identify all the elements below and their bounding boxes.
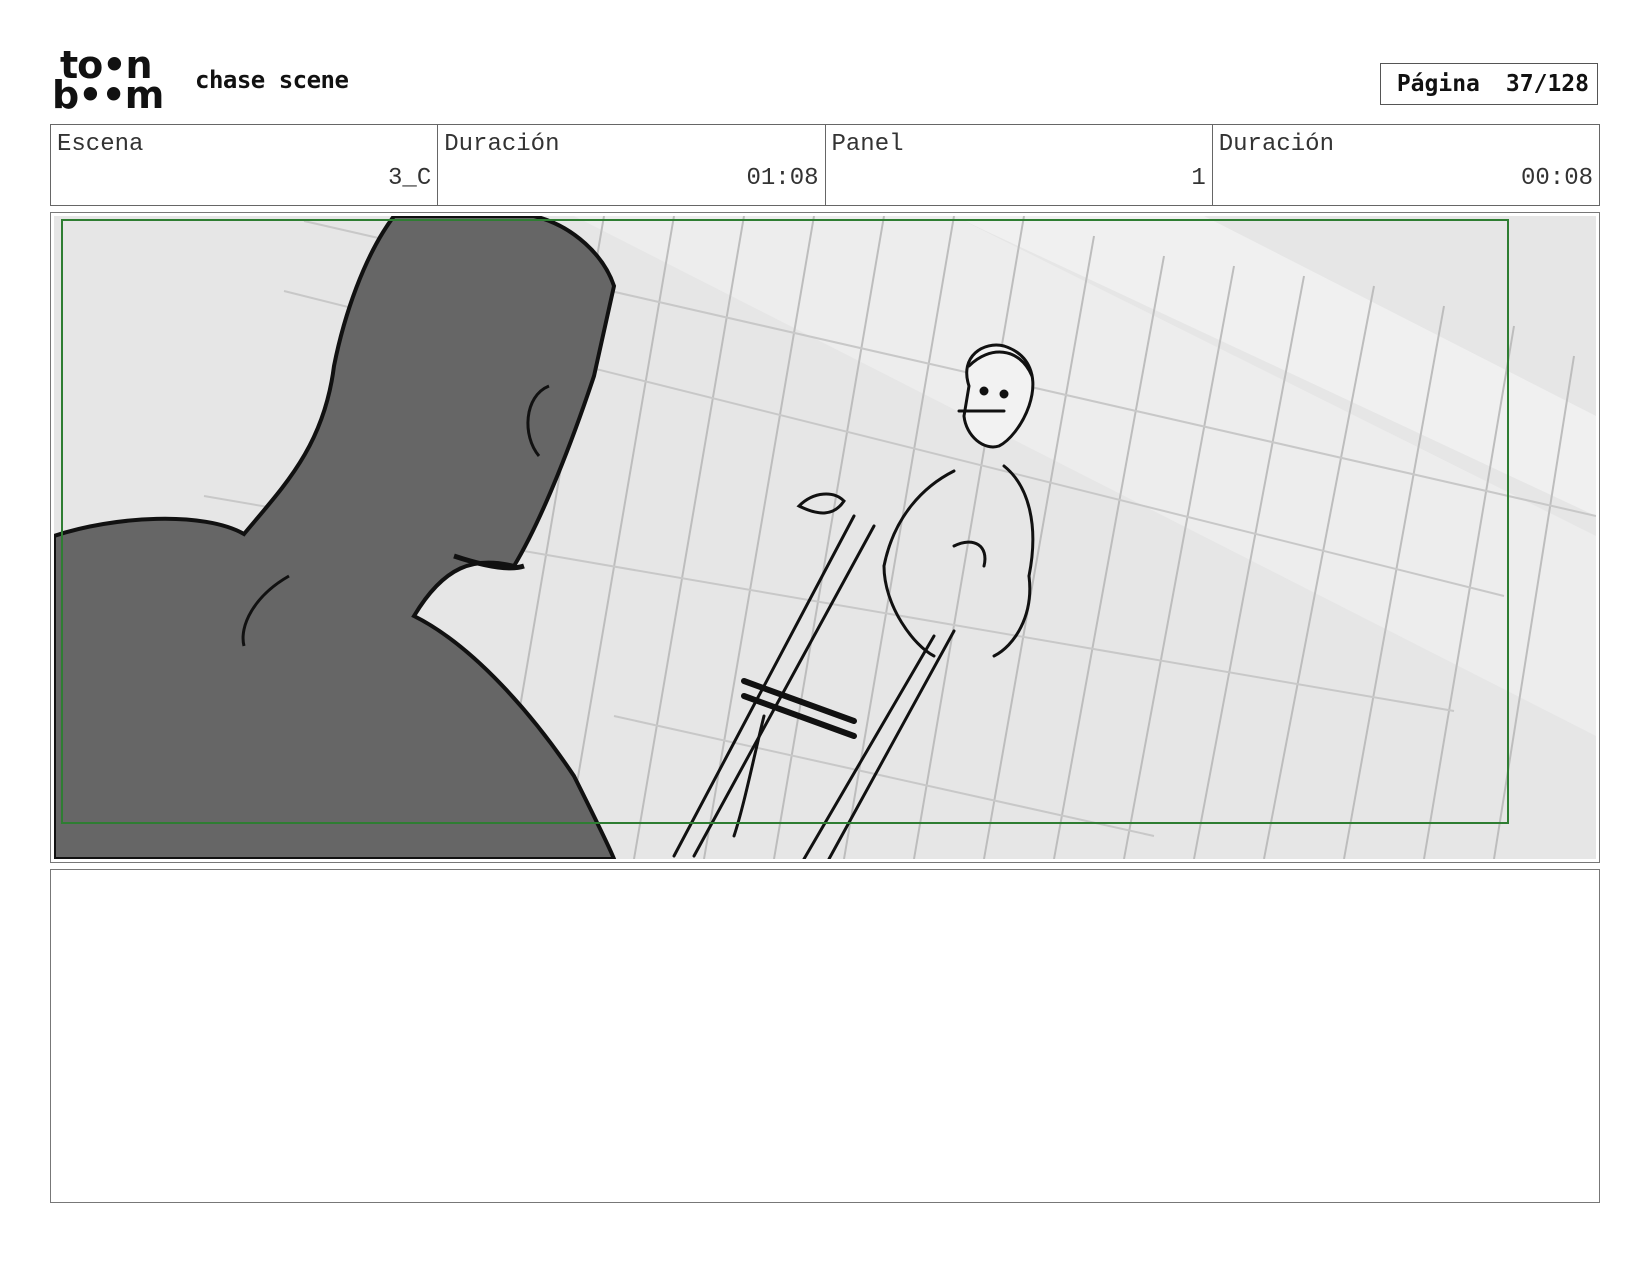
panel-duration-label: Duración [1218,131,1334,158]
panel-duration-cell: Duración 00:08 [1213,125,1599,205]
panel-label: Panel [831,131,904,158]
logo-text-bottom: b••m [52,73,164,117]
scene-info-table: Escena 3_C Duración 01:08 Panel 1 Duraci… [50,124,1600,206]
page-label: Página [1396,71,1480,97]
scene-duration-label: Duración [444,131,560,158]
toon-boom-logo: to•n b••m [52,46,172,118]
page-indicator: Página 37/128 [1380,63,1598,105]
panel-cell: Panel 1 [826,125,1213,205]
scene-label: Escena [57,131,144,158]
scene-duration-cell: Duración 01:08 [438,125,826,205]
scene-value: 3_C [388,165,432,192]
project-title: chase scene [195,66,349,94]
scene-cell: Escena 3_C [51,125,439,205]
page-number: 37/128 [1505,71,1589,97]
panel-duration-value: 00:08 [1520,165,1593,192]
storyboard-panel[interactable] [50,212,1600,863]
panel-value: 1 [1191,165,1206,192]
panel-notes-box[interactable] [50,869,1600,1203]
panel-sketch-image [54,216,1596,859]
scene-duration-value: 01:08 [746,165,819,192]
